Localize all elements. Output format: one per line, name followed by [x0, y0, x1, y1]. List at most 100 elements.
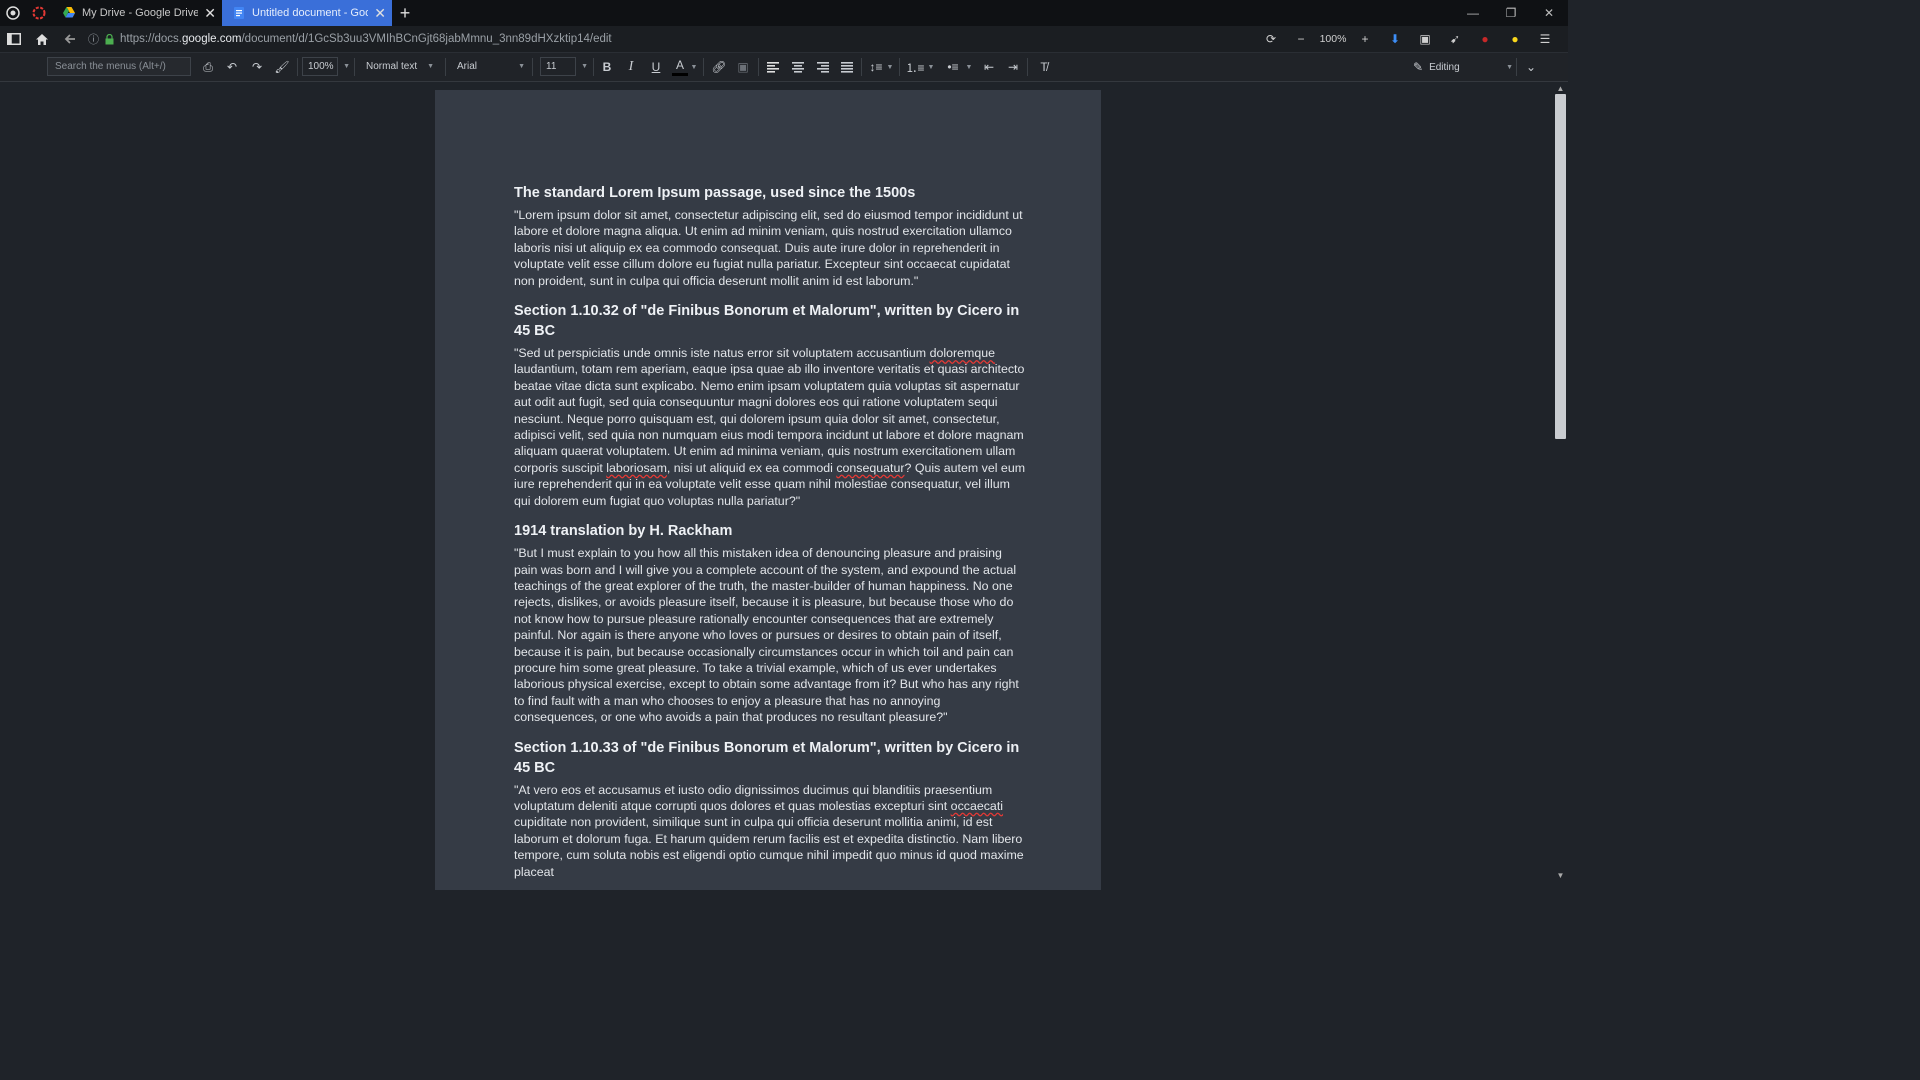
justify-icon[interactable] — [839, 57, 855, 77]
tab-title: My Drive - Google Drive — [82, 7, 199, 19]
paragraph-style-select[interactable]: Normal text ▼ — [366, 57, 434, 76]
window-controls: — ❐ ✕ — [1454, 0, 1568, 26]
text-run: "Sed ut perspiciatis unde omnis iste nat… — [514, 346, 930, 361]
navbar-right-controls: ⟳ − 100% + ⬇ ▣ ➹ ● ● ☰ — [1256, 26, 1560, 52]
divider — [297, 58, 298, 76]
collapse-menus-icon[interactable]: ⌄ — [1522, 57, 1540, 77]
print-icon[interactable]: ⎙ — [200, 57, 216, 77]
clear-formatting-icon[interactable]: T̸ — [1035, 57, 1053, 77]
decrease-indent-icon[interactable]: ⇤ — [980, 57, 998, 77]
divider — [593, 58, 594, 76]
font-label: Arial — [457, 61, 478, 72]
mode-select[interactable]: ✎ Editing ▼ — [1413, 57, 1513, 77]
undo-icon[interactable]: ↶ — [224, 57, 240, 77]
zoom-out-button[interactable]: − — [1286, 32, 1316, 46]
font-size-select[interactable]: 11 — [540, 57, 576, 76]
chevron-down-icon: ▼ — [1506, 63, 1513, 71]
align-center-icon[interactable] — [790, 57, 806, 77]
paragraph-section-1-10-33: "At vero eos et accusamus et iusto odio … — [514, 782, 1026, 880]
paragraph-section-1-10-32: "Sed ut perspiciatis unde omnis iste nat… — [514, 345, 1026, 509]
bold-button[interactable]: B — [599, 57, 615, 77]
ublock-icon[interactable]: ● — [1470, 32, 1500, 46]
divider — [445, 58, 446, 76]
misspelled-word[interactable]: laboriosam — [606, 461, 667, 475]
hamburger-menu-icon[interactable]: ☰ — [1530, 32, 1560, 46]
chevron-down-icon[interactable]: ▼ — [927, 57, 935, 77]
chevron-down-icon[interactable]: ▼ — [886, 57, 894, 77]
misspelled-word[interactable]: occaecati — [951, 799, 1003, 813]
align-left-icon[interactable] — [765, 57, 781, 77]
chevron-down-icon[interactable]: ▼ — [340, 57, 350, 76]
site-info-icon[interactable]: ⓘ — [88, 31, 99, 47]
misspelled-word[interactable]: doloremque — [930, 346, 995, 360]
address-bar[interactable]: ⓘ https://docs. google.com/document/d/1Gc… — [84, 29, 1264, 49]
tracking-icon[interactable]: ➹ — [1440, 32, 1470, 46]
home-icon[interactable] — [28, 26, 56, 52]
document-body[interactable]: The standard Lorem Ipsum passage, used s… — [514, 183, 1026, 892]
scroll-up-icon[interactable]: ▲ — [1553, 84, 1568, 93]
opera-icon[interactable] — [26, 0, 52, 26]
divider — [703, 58, 704, 76]
url-prefix: https://docs. — [120, 33, 183, 45]
new-tab-button[interactable]: + — [392, 0, 418, 26]
underline-button[interactable]: U — [648, 57, 664, 77]
close-window-button[interactable]: ✕ — [1530, 0, 1568, 26]
text-run: , nisi ut aliquid ex ea commodi — [666, 460, 837, 475]
zoom-select[interactable]: 100% — [302, 57, 338, 76]
reload-icon[interactable]: ⟳ — [1256, 32, 1286, 46]
chevron-down-icon[interactable]: ▼ — [965, 57, 973, 77]
paragraph-lorem-ipsum: "Lorem ipsum dolor sit amet, consectetur… — [514, 208, 1023, 288]
heading-section-1-10-33: Section 1.10.33 of "de Finibus Bonorum e… — [514, 739, 1020, 776]
heading-lorem-ipsum: The standard Lorem Ipsum passage, used s… — [514, 185, 916, 201]
zoom-level[interactable]: 100% — [1316, 33, 1350, 45]
docs-toolbar: Search the menus (Alt+/) ⎙ ↶ ↷ 🖌 100% ▼ … — [0, 53, 1568, 82]
comment-icon[interactable]: ▣ — [735, 57, 751, 77]
divider — [861, 58, 862, 76]
redo-icon[interactable]: ↷ — [249, 57, 265, 77]
search-menus-input[interactable]: Search the menus (Alt+/) — [47, 57, 191, 76]
downloads-icon[interactable]: ⬇ — [1380, 32, 1410, 46]
back-icon[interactable] — [56, 26, 84, 52]
close-tab-icon[interactable]: ✕ — [204, 5, 216, 22]
text-run: cupiditate non provident, similique sunt… — [514, 815, 1024, 879]
document-page[interactable]: The standard Lorem Ipsum passage, used s… — [435, 90, 1101, 890]
minimize-button[interactable]: — — [1454, 0, 1492, 26]
url-path: /document/d/1GcSb3uu3VMIhBCnGjt68jabMmnu… — [241, 33, 612, 45]
font-select[interactable]: Arial ▼ — [457, 57, 525, 76]
chevron-down-icon[interactable]: ▼ — [690, 57, 698, 77]
misspelled-word[interactable]: consequatur — [836, 461, 904, 475]
scrollbar-thumb[interactable] — [1555, 94, 1566, 439]
pencil-icon: ✎ — [1413, 60, 1424, 74]
numbered-list-icon[interactable]: ⒈≡ — [906, 57, 925, 77]
italic-button[interactable]: I — [623, 57, 639, 77]
increase-indent-icon[interactable]: ⇥ — [1004, 57, 1022, 77]
extension-icon[interactable]: ▣ — [1410, 32, 1440, 46]
align-right-icon[interactable] — [815, 57, 831, 77]
paint-format-icon[interactable]: 🖌 — [274, 57, 290, 77]
text-color-button[interactable]: A — [672, 57, 688, 76]
link-icon[interactable]: 🔗︎ — [710, 57, 728, 77]
sidebar-toggle-icon[interactable] — [0, 26, 28, 52]
text-run: "At vero eos et accusamus et iusto odio … — [514, 782, 993, 813]
tab-my-drive[interactable]: My Drive - Google Drive ✕ — [52, 0, 222, 26]
browser-menu-icon[interactable] — [0, 0, 26, 26]
zoom-in-button[interactable]: + — [1350, 32, 1380, 46]
line-spacing-icon[interactable]: ↕≡ — [867, 57, 885, 77]
close-tab-icon[interactable]: ✕ — [374, 5, 386, 22]
paragraph-rackham-translation: "But I must explain to you how all this … — [514, 546, 1019, 725]
navigation-bar: ⓘ https://docs. google.com/document/d/1Gc… — [0, 26, 1568, 53]
tab-title: Untitled document - Google Docs — [252, 7, 369, 19]
vertical-scrollbar[interactable]: ▲ ▼ — [1553, 82, 1568, 882]
divider — [354, 58, 355, 76]
lock-icon — [105, 33, 114, 44]
tab-untitled-document[interactable]: Untitled document - Google Docs ✕ — [222, 0, 392, 26]
scroll-down-icon[interactable]: ▼ — [1553, 871, 1568, 880]
browser-tab-bar: My Drive - Google Drive ✕ Untitled docum… — [0, 0, 1568, 26]
heading-rackham-translation: 1914 translation by H. Rackham — [514, 523, 733, 540]
bulleted-list-icon[interactable]: •≡ — [944, 57, 962, 77]
chevron-down-icon[interactable]: ▼ — [578, 57, 588, 76]
emoji-extension-icon[interactable]: ● — [1500, 32, 1530, 46]
restore-button[interactable]: ❐ — [1492, 0, 1530, 26]
google-docs-icon — [234, 7, 244, 19]
chevron-down-icon: ▼ — [427, 63, 434, 70]
